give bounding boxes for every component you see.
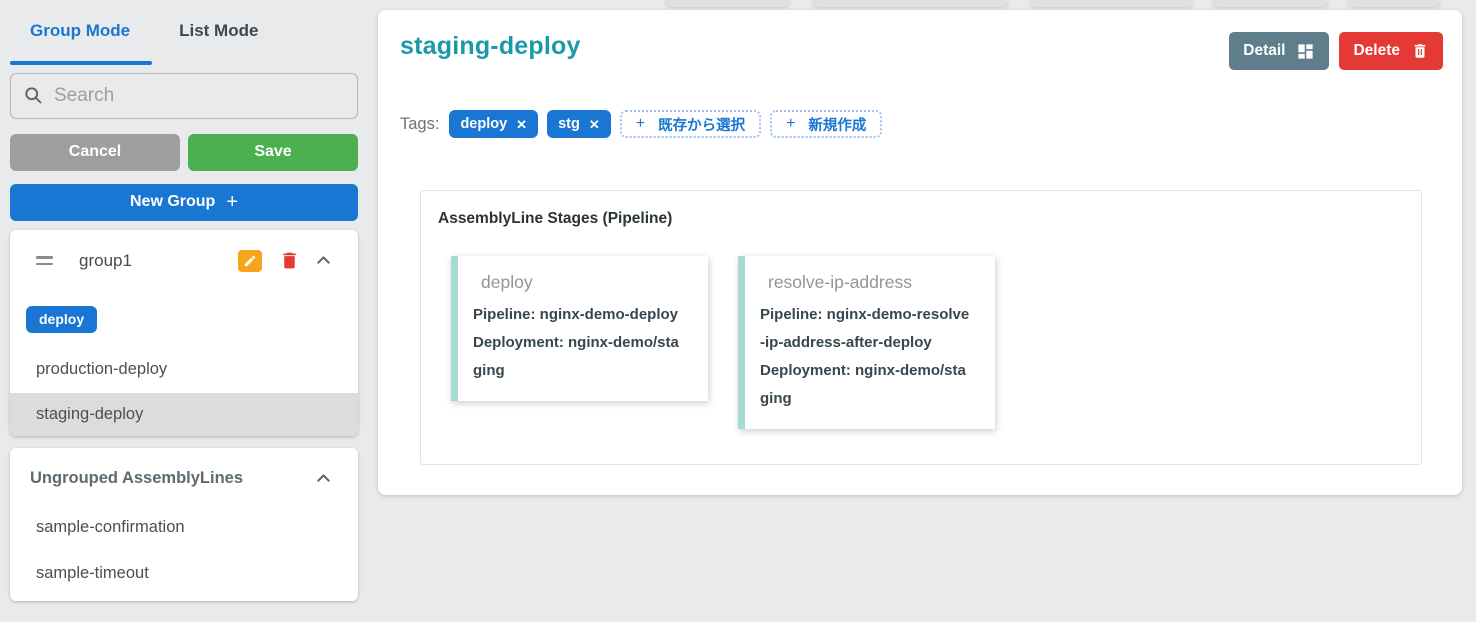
cutoff-card-sliver bbox=[1347, 0, 1440, 7]
stage-pipeline: Pipeline: nginx-demo-deploy bbox=[473, 306, 679, 323]
stage-card-resolve-ip-address[interactable]: resolve-ip-address Pipeline: nginx-demo-… bbox=[738, 256, 995, 429]
group-card: group1 deploy production-deploy staging-… bbox=[10, 229, 358, 436]
stage-cards: deploy Pipeline: nginx-demo-deploy Deplo… bbox=[451, 256, 1421, 429]
dashboard-icon bbox=[1298, 43, 1314, 59]
stages-box: AssemblyLine Stages (Pipeline) deploy Pi… bbox=[420, 190, 1422, 465]
collapse-group-button[interactable] bbox=[313, 250, 334, 271]
detail-button-label: Detail bbox=[1243, 42, 1286, 59]
list-item-sample-timeout[interactable]: sample-timeout bbox=[10, 551, 358, 597]
trash-icon bbox=[1414, 44, 1426, 58]
stage-deployment: Deployment: nginx-demo/staging bbox=[760, 362, 966, 407]
tag-chip-deploy: deploy ✕ bbox=[449, 110, 539, 138]
stage-name: resolve-ip-address bbox=[768, 272, 912, 292]
detail-panel: staging-deploy Detail Delete Tags: deplo… bbox=[378, 10, 1462, 495]
tag-chip-stg: stg ✕ bbox=[547, 110, 611, 138]
trash-icon bbox=[283, 252, 296, 269]
ungrouped-item-list: sample-confirmation sample-timeout bbox=[10, 505, 358, 597]
group-item-list: production-deploy staging-deploy bbox=[10, 347, 358, 436]
page-title: staging-deploy bbox=[400, 32, 581, 60]
stage-deployment: Deployment: nginx-demo/staging bbox=[473, 334, 679, 379]
sidebar-actions: Cancel Save bbox=[10, 133, 358, 171]
delete-button-label: Delete bbox=[1353, 42, 1400, 59]
active-tab-indicator bbox=[10, 61, 152, 65]
stage-card-deploy[interactable]: deploy Pipeline: nginx-demo-deploy Deplo… bbox=[451, 256, 708, 401]
pencil-icon bbox=[244, 255, 256, 266]
tags-label: Tags: bbox=[400, 114, 440, 133]
group-header: group1 bbox=[10, 230, 358, 272]
tab-list-mode[interactable]: List Mode bbox=[179, 18, 258, 44]
cancel-button[interactable]: Cancel bbox=[10, 133, 180, 171]
remove-tag-icon[interactable]: ✕ bbox=[589, 118, 600, 131]
search-icon bbox=[25, 87, 42, 104]
list-item-sample-confirmation[interactable]: sample-confirmation bbox=[10, 505, 358, 551]
new-group-label: New Group bbox=[129, 193, 216, 210]
list-item-staging-deploy[interactable]: staging-deploy bbox=[10, 392, 358, 436]
plus-icon: + bbox=[635, 115, 646, 132]
search-box[interactable] bbox=[10, 72, 358, 119]
list-item-production-deploy[interactable]: production-deploy bbox=[10, 347, 358, 393]
cutoff-card-sliver bbox=[1030, 0, 1193, 7]
add-existing-tag-button[interactable]: + 既存から選択 bbox=[619, 110, 762, 138]
remove-tag-icon[interactable]: ✕ bbox=[516, 118, 527, 131]
detail-button[interactable]: Detail bbox=[1229, 32, 1330, 70]
new-group-button[interactable]: New Group + bbox=[10, 183, 358, 221]
chevron-up-icon bbox=[317, 256, 330, 264]
tags-row: Tags: deploy ✕ stg ✕ + 既存から選択 + 新規作成 bbox=[400, 110, 1462, 138]
stage-name: deploy bbox=[481, 272, 533, 292]
stages-title: AssemblyLine Stages (Pipeline) bbox=[438, 210, 673, 227]
add-existing-tag-label: 既存から選択 bbox=[658, 117, 746, 134]
stage-pipeline: Pipeline: nginx-demo-resolve-ip-address-… bbox=[760, 306, 970, 351]
delete-group-button[interactable] bbox=[279, 250, 300, 271]
create-new-tag-button[interactable]: + 新規作成 bbox=[770, 110, 883, 138]
detail-header: staging-deploy Detail Delete bbox=[378, 10, 1462, 70]
group-name: group1 bbox=[79, 250, 132, 270]
delete-button[interactable]: Delete bbox=[1339, 32, 1443, 70]
cutoff-card-sliver bbox=[1212, 0, 1328, 7]
plus-icon: + bbox=[786, 115, 796, 132]
sidebar: Group Mode List Mode Cancel Save New Gro… bbox=[10, 18, 358, 601]
chevron-up-icon bbox=[317, 473, 330, 482]
create-new-tag-label: 新規作成 bbox=[808, 117, 867, 134]
ungrouped-title: Ungrouped AssemblyLines bbox=[30, 468, 244, 487]
drag-handle-icon[interactable] bbox=[36, 256, 53, 265]
collapse-ungrouped-button[interactable] bbox=[313, 468, 334, 489]
tag-chip-label: deploy bbox=[460, 116, 508, 132]
tag-chip-label: stg bbox=[558, 116, 580, 132]
ungrouped-card: Ungrouped AssemblyLines sample-confirmat… bbox=[10, 447, 358, 601]
edit-group-button[interactable] bbox=[238, 249, 262, 272]
tab-group-mode[interactable]: Group Mode bbox=[30, 18, 130, 44]
save-button[interactable]: Save bbox=[188, 133, 358, 171]
cutoff-card-sliver bbox=[812, 0, 1008, 7]
plus-icon: + bbox=[226, 191, 239, 213]
search-input[interactable] bbox=[54, 84, 345, 107]
mode-tabs: Group Mode List Mode bbox=[10, 18, 358, 44]
ungrouped-header: Ungrouped AssemblyLines bbox=[10, 448, 358, 489]
group-tag-chip[interactable]: deploy bbox=[26, 305, 98, 333]
cutoff-card-sliver bbox=[665, 0, 790, 7]
